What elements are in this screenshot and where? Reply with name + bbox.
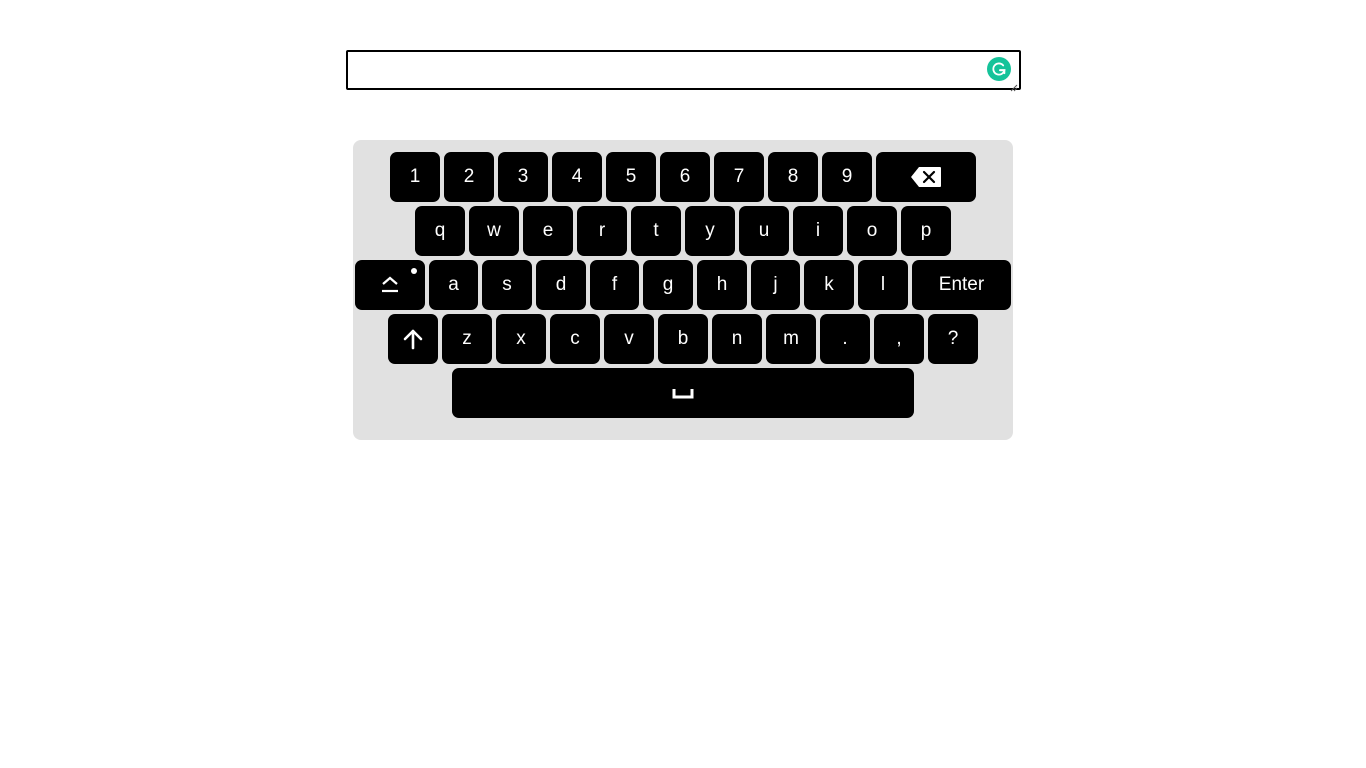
resize-grip-icon[interactable] — [1010, 79, 1018, 92]
space-icon — [672, 387, 694, 399]
key-4[interactable]: 4 — [552, 152, 602, 202]
backspace-icon — [910, 166, 942, 188]
key-y[interactable]: y — [685, 206, 735, 256]
key-p[interactable]: p — [901, 206, 951, 256]
key-c[interactable]: c — [550, 314, 600, 364]
key-m[interactable]: m — [766, 314, 816, 364]
key-9[interactable]: 9 — [822, 152, 872, 202]
key-o[interactable]: o — [847, 206, 897, 256]
key-7[interactable]: 7 — [714, 152, 764, 202]
key-5[interactable]: 5 — [606, 152, 656, 202]
key-u[interactable]: u — [739, 206, 789, 256]
enter-key[interactable]: Enter — [912, 260, 1011, 310]
key-d[interactable]: d — [536, 260, 586, 310]
key-q[interactable]: q — [415, 206, 465, 256]
shift-arrow-up-icon — [402, 328, 424, 350]
key-h[interactable]: h — [697, 260, 747, 310]
key-z[interactable]: z — [442, 314, 492, 364]
virtual-keyboard: 1 2 3 4 5 6 7 8 9 q w e r t y u i o p a … — [353, 140, 1013, 440]
key-b[interactable]: b — [658, 314, 708, 364]
key-f[interactable]: f — [590, 260, 639, 310]
key-v[interactable]: v — [604, 314, 654, 364]
indicator-dot-icon — [411, 268, 417, 274]
layout-toggle-key[interactable] — [355, 260, 425, 310]
key-a[interactable]: a — [429, 260, 478, 310]
key-3[interactable]: 3 — [498, 152, 548, 202]
space-key[interactable] — [452, 368, 914, 418]
key-j[interactable]: j — [751, 260, 800, 310]
key-r[interactable]: r — [577, 206, 627, 256]
key-l[interactable]: l — [858, 260, 908, 310]
key-k[interactable]: k — [804, 260, 854, 310]
key-w[interactable]: w — [469, 206, 519, 256]
key-t[interactable]: t — [631, 206, 681, 256]
key-6[interactable]: 6 — [660, 152, 710, 202]
grammarly-icon[interactable] — [987, 57, 1011, 81]
key-x[interactable]: x — [496, 314, 546, 364]
key-i[interactable]: i — [793, 206, 843, 256]
key-question[interactable]: ? — [928, 314, 978, 364]
key-g[interactable]: g — [643, 260, 693, 310]
key-n[interactable]: n — [712, 314, 762, 364]
key-8[interactable]: 8 — [768, 152, 818, 202]
backspace-key[interactable] — [876, 152, 976, 202]
key-period[interactable]: . — [820, 314, 870, 364]
text-input-box[interactable] — [346, 50, 1021, 92]
key-1[interactable]: 1 — [390, 152, 440, 202]
layout-toggle-icon — [381, 276, 399, 294]
key-comma[interactable]: , — [874, 314, 924, 364]
text-area[interactable] — [348, 52, 1019, 88]
key-2[interactable]: 2 — [444, 152, 494, 202]
key-s[interactable]: s — [482, 260, 532, 310]
key-e[interactable]: e — [523, 206, 573, 256]
shift-key[interactable] — [388, 314, 438, 364]
